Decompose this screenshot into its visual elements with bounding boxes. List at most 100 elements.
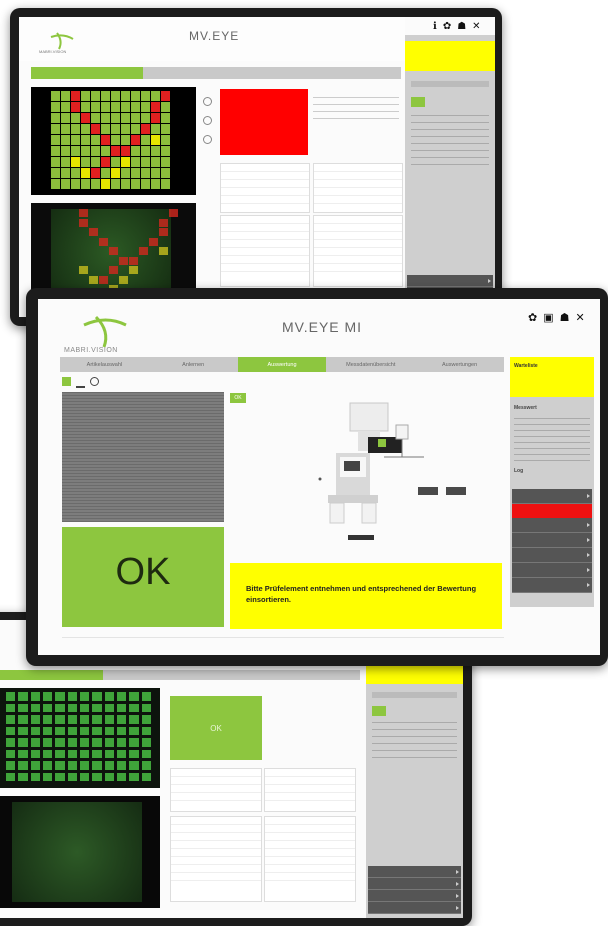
grid-cell — [30, 749, 40, 758]
tab-b-3[interactable] — [274, 670, 360, 680]
chart-icon[interactable] — [76, 377, 85, 388]
grid-cell — [141, 749, 151, 758]
grid-cell — [119, 247, 128, 255]
zoom-out-icon[interactable] — [203, 116, 212, 125]
user-icon[interactable]: ☗ — [457, 21, 466, 32]
grid-cell — [61, 179, 70, 189]
grid-cell — [151, 146, 160, 156]
grid-cell — [121, 168, 130, 178]
grid-cell — [129, 276, 138, 284]
grid-cell — [89, 209, 98, 217]
data-table-bottom-1 — [170, 768, 262, 812]
grid-cell — [111, 179, 120, 189]
grid-cell — [129, 703, 139, 712]
grid-cell — [69, 219, 78, 227]
log-label: Log — [514, 468, 524, 474]
camera-icon[interactable] — [62, 377, 71, 386]
grid-cell — [59, 247, 68, 255]
document-icon[interactable]: ▣ — [543, 311, 553, 324]
grid-cell — [149, 266, 158, 274]
tab-evaluations[interactable]: Auswertungen — [415, 357, 504, 372]
grid-cell — [109, 266, 118, 275]
screen-top: MABRI.VISION MV.EYE ℹ ✿ ☗ ✕ — [19, 17, 495, 317]
tab-measurement-overview[interactable]: Messdatenübersicht — [326, 357, 415, 372]
grid-cell — [6, 749, 16, 758]
grid-cell — [92, 749, 102, 758]
side-section-title: Messwert — [514, 405, 537, 411]
side-panel: Warteliste Messwert Log — [510, 357, 594, 607]
grid-cell — [111, 146, 120, 156]
grid-cell — [119, 275, 128, 284]
grid-cell — [139, 219, 148, 227]
grid-cell — [51, 168, 60, 178]
close-icon[interactable]: ✕ — [472, 21, 480, 32]
grid-cell — [51, 146, 60, 156]
grid-cell — [18, 692, 28, 701]
tab-evaluation[interactable]: Auswertung — [237, 357, 327, 372]
tab-training[interactable]: Anlernen — [149, 357, 238, 372]
close-icon[interactable]: ✕ — [576, 311, 585, 324]
grid-cell — [91, 113, 100, 123]
side-button-b4[interactable] — [368, 902, 461, 914]
tab-1[interactable] — [143, 67, 229, 79]
grid-cell — [129, 749, 139, 758]
gear-icon[interactable]: ✿ — [443, 21, 451, 32]
grid-cell — [59, 228, 68, 236]
tab-b-1[interactable] — [103, 670, 189, 680]
tab-0[interactable] — [31, 67, 143, 79]
user-icon[interactable]: ☗ — [560, 311, 570, 324]
side-button-6[interactable] — [512, 563, 592, 578]
grid-cell — [69, 257, 78, 265]
grid-cell — [30, 703, 40, 712]
gear-icon[interactable]: ✿ — [528, 311, 537, 324]
grid-cell — [109, 238, 118, 246]
status-indicator — [411, 97, 425, 107]
grid-cell — [141, 761, 151, 770]
grid-cell — [69, 209, 78, 217]
grid-cell — [67, 749, 77, 758]
zoom-fit-icon[interactable] — [203, 135, 212, 144]
side-button-b2[interactable] — [368, 878, 461, 890]
grid-cell — [92, 761, 102, 770]
grid-cell — [129, 228, 138, 236]
grid-cell — [61, 135, 70, 145]
side-button-alert[interactable] — [512, 504, 592, 518]
side-button-7[interactable] — [512, 578, 592, 593]
grid-cell — [43, 772, 53, 781]
grid-cell — [139, 257, 148, 265]
tab-3[interactable] — [315, 67, 401, 79]
grid-cell — [92, 703, 102, 712]
grid-cell — [104, 726, 114, 735]
grid-cell — [104, 692, 114, 701]
grid-cell — [81, 91, 90, 101]
side-button-1[interactable] — [407, 275, 493, 287]
grid-cell — [30, 772, 40, 781]
tab-2[interactable] — [229, 67, 315, 79]
result-box-green: OK — [170, 696, 262, 760]
tab-bar: Artikelauswahl Anlernen Auswertung Messd… — [60, 357, 504, 372]
grid-cell — [104, 738, 114, 747]
side-button-4[interactable] — [512, 533, 592, 548]
tab-b-2[interactable] — [189, 670, 275, 680]
grid-cell — [169, 257, 178, 265]
user-icon[interactable] — [90, 377, 99, 386]
grid-cell — [161, 146, 170, 156]
grid-cell — [131, 91, 140, 101]
grid-cell — [119, 209, 128, 217]
tab-article-selection[interactable]: Artikelauswahl — [60, 357, 149, 372]
grid-cell — [69, 247, 78, 255]
grid-cell — [80, 772, 90, 781]
side-button-b1[interactable] — [368, 866, 461, 878]
grid-cell — [151, 168, 160, 178]
zoom-in-icon[interactable] — [203, 97, 212, 106]
side-button-5[interactable] — [512, 548, 592, 563]
side-button-b3[interactable] — [368, 890, 461, 902]
tab-b-0[interactable] — [0, 670, 103, 680]
grid-cell — [79, 276, 88, 284]
side-button-3[interactable] — [512, 518, 592, 533]
grid-cell — [55, 738, 65, 747]
grid-cell — [117, 738, 127, 747]
grid-cell — [161, 168, 170, 178]
side-button-1[interactable] — [512, 489, 592, 504]
info-icon[interactable]: ℹ — [433, 21, 437, 32]
